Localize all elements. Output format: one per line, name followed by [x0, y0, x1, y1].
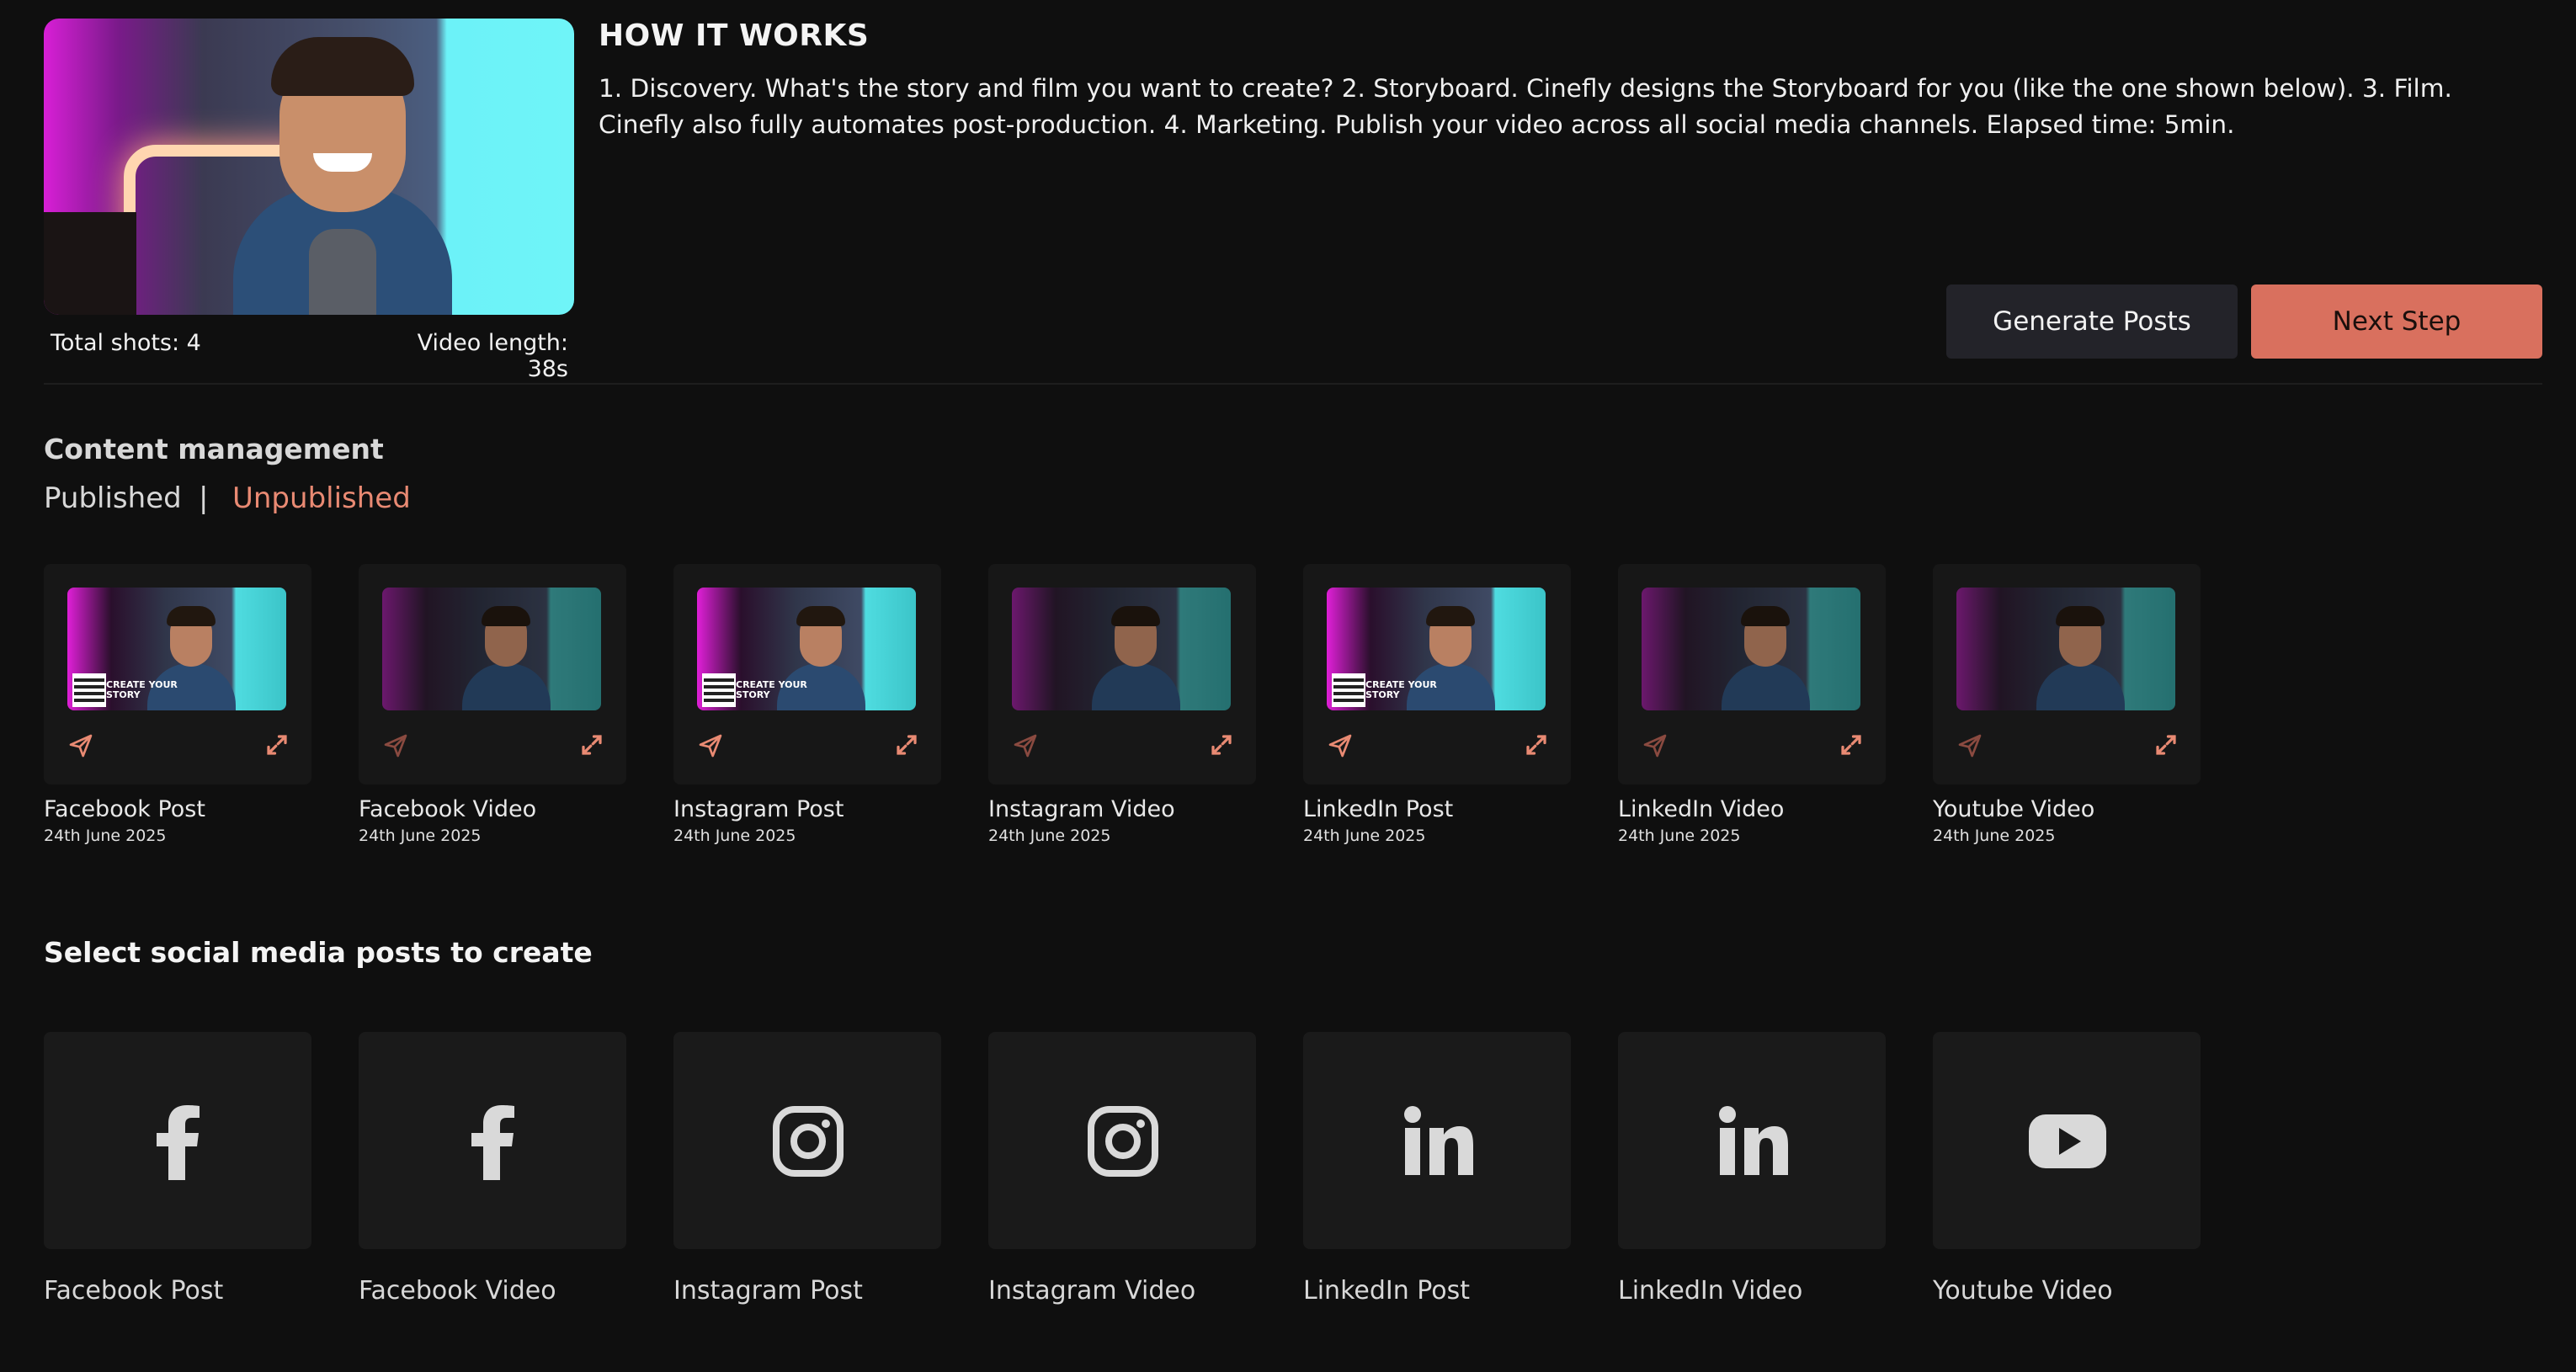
person-hair — [1741, 606, 1790, 626]
card-date: 24th June 2025 — [359, 827, 482, 845]
how-it-works-title: HOW IT WORKS — [599, 19, 870, 53]
card-thumbnail[interactable] — [1642, 588, 1860, 710]
card-title: Facebook Video — [359, 796, 537, 822]
person-shirt — [2036, 663, 2125, 710]
next-step-button[interactable]: Next Step — [2251, 285, 2542, 359]
send-icon[interactable] — [67, 732, 94, 759]
card-thumbnail[interactable] — [382, 588, 601, 710]
how-it-works-text: 1. Discovery. What's the story and film … — [599, 74, 2452, 139]
post-type-label: Youtube Video — [1933, 1276, 2113, 1306]
camera-rig — [44, 212, 136, 315]
card-title: Instagram Video — [988, 796, 1175, 822]
post-type-tile[interactable] — [673, 1032, 941, 1249]
card-date: 24th June 2025 — [44, 827, 167, 845]
person-shirt — [1092, 663, 1180, 710]
send-icon[interactable] — [1642, 732, 1669, 759]
card-title: Facebook Post — [44, 796, 205, 822]
expand-icon[interactable] — [579, 732, 604, 758]
post-type-tile[interactable] — [359, 1032, 626, 1249]
card-thumbnail[interactable] — [1956, 588, 2175, 710]
person-hair — [796, 606, 845, 626]
card-date: 24th June 2025 — [1618, 827, 1741, 845]
send-icon[interactable] — [1956, 732, 1983, 759]
card-date: 24th June 2025 — [1933, 827, 2056, 845]
card-title: Youtube Video — [1933, 796, 2095, 822]
post-type-tile[interactable] — [1618, 1032, 1886, 1249]
card-date: 24th June 2025 — [673, 827, 796, 845]
card-title: Instagram Post — [673, 796, 844, 822]
qr-caption: CREATE YOUR STORY — [106, 679, 178, 700]
expand-icon[interactable] — [2153, 732, 2179, 758]
post-type-tile[interactable] — [1303, 1032, 1571, 1249]
person-hair — [1111, 606, 1160, 626]
post-type-label: Instagram Video — [988, 1276, 1196, 1306]
qr-code-icon — [72, 673, 106, 707]
post-type-tile[interactable] — [44, 1032, 311, 1249]
content-card[interactable] — [1618, 564, 1886, 784]
card-date: 24th June 2025 — [1303, 827, 1426, 845]
card-title: LinkedIn Post — [1303, 796, 1454, 822]
person-hair — [271, 37, 414, 96]
send-icon[interactable] — [1012, 732, 1039, 759]
expand-icon[interactable] — [1209, 732, 1234, 758]
post-type-label: Facebook Video — [359, 1276, 556, 1306]
qr-caption: CREATE YOUR STORY — [1365, 679, 1437, 700]
tab-separator: | — [199, 481, 209, 515]
post-type-label: LinkedIn Post — [1303, 1276, 1471, 1306]
content-management-title: Content management — [44, 433, 384, 465]
total-shots: Total shots: 4 — [51, 330, 201, 356]
person-shirt — [462, 663, 551, 710]
person-hair — [167, 606, 216, 626]
card-date: 24th June 2025 — [988, 827, 1111, 845]
post-type-tile[interactable] — [988, 1032, 1256, 1249]
person-hair — [2056, 606, 2105, 626]
hero-video-thumbnail[interactable] — [44, 19, 574, 315]
person-hair — [482, 606, 530, 626]
person-hair — [1426, 606, 1475, 626]
card-thumbnail[interactable] — [1012, 588, 1231, 710]
expand-icon[interactable] — [894, 732, 919, 758]
person-tshirt — [309, 229, 376, 315]
send-icon[interactable] — [697, 732, 724, 759]
divider — [44, 383, 2542, 385]
person-shirt — [1722, 663, 1810, 710]
content-card[interactable] — [359, 564, 626, 784]
card-thumbnail[interactable]: CREATE YOUR STORY — [697, 588, 916, 710]
card-thumbnail[interactable]: CREATE YOUR STORY — [1327, 588, 1546, 710]
send-icon[interactable] — [1327, 732, 1354, 759]
qr-code-icon — [702, 673, 736, 707]
post-type-label: LinkedIn Video — [1618, 1276, 1803, 1306]
post-type-label: Facebook Post — [44, 1276, 224, 1306]
content-card[interactable]: CREATE YOUR STORY — [673, 564, 941, 784]
post-type-label: Instagram Post — [673, 1276, 863, 1306]
expand-icon[interactable] — [1839, 732, 1864, 758]
person-smile — [313, 153, 372, 172]
send-icon[interactable] — [382, 732, 409, 759]
post-type-tile[interactable] — [1933, 1032, 2201, 1249]
video-length: Video length: 38s — [417, 330, 568, 382]
content-card[interactable] — [988, 564, 1256, 784]
qr-caption: CREATE YOUR STORY — [736, 679, 807, 700]
expand-icon[interactable] — [264, 732, 290, 758]
select-posts-title: Select social media posts to create — [44, 936, 593, 969]
generate-posts-button[interactable]: Generate Posts — [1946, 285, 2238, 359]
card-title: LinkedIn Video — [1618, 796, 1785, 822]
card-thumbnail[interactable]: CREATE YOUR STORY — [67, 588, 286, 710]
expand-icon[interactable] — [1524, 732, 1549, 758]
content-card[interactable]: CREATE YOUR STORY — [44, 564, 311, 784]
tab-published[interactable]: Published — [44, 481, 182, 515]
tab-unpublished[interactable]: Unpublished — [232, 481, 411, 515]
qr-code-icon — [1332, 673, 1365, 707]
content-card[interactable] — [1933, 564, 2201, 784]
content-card[interactable]: CREATE YOUR STORY — [1303, 564, 1571, 784]
